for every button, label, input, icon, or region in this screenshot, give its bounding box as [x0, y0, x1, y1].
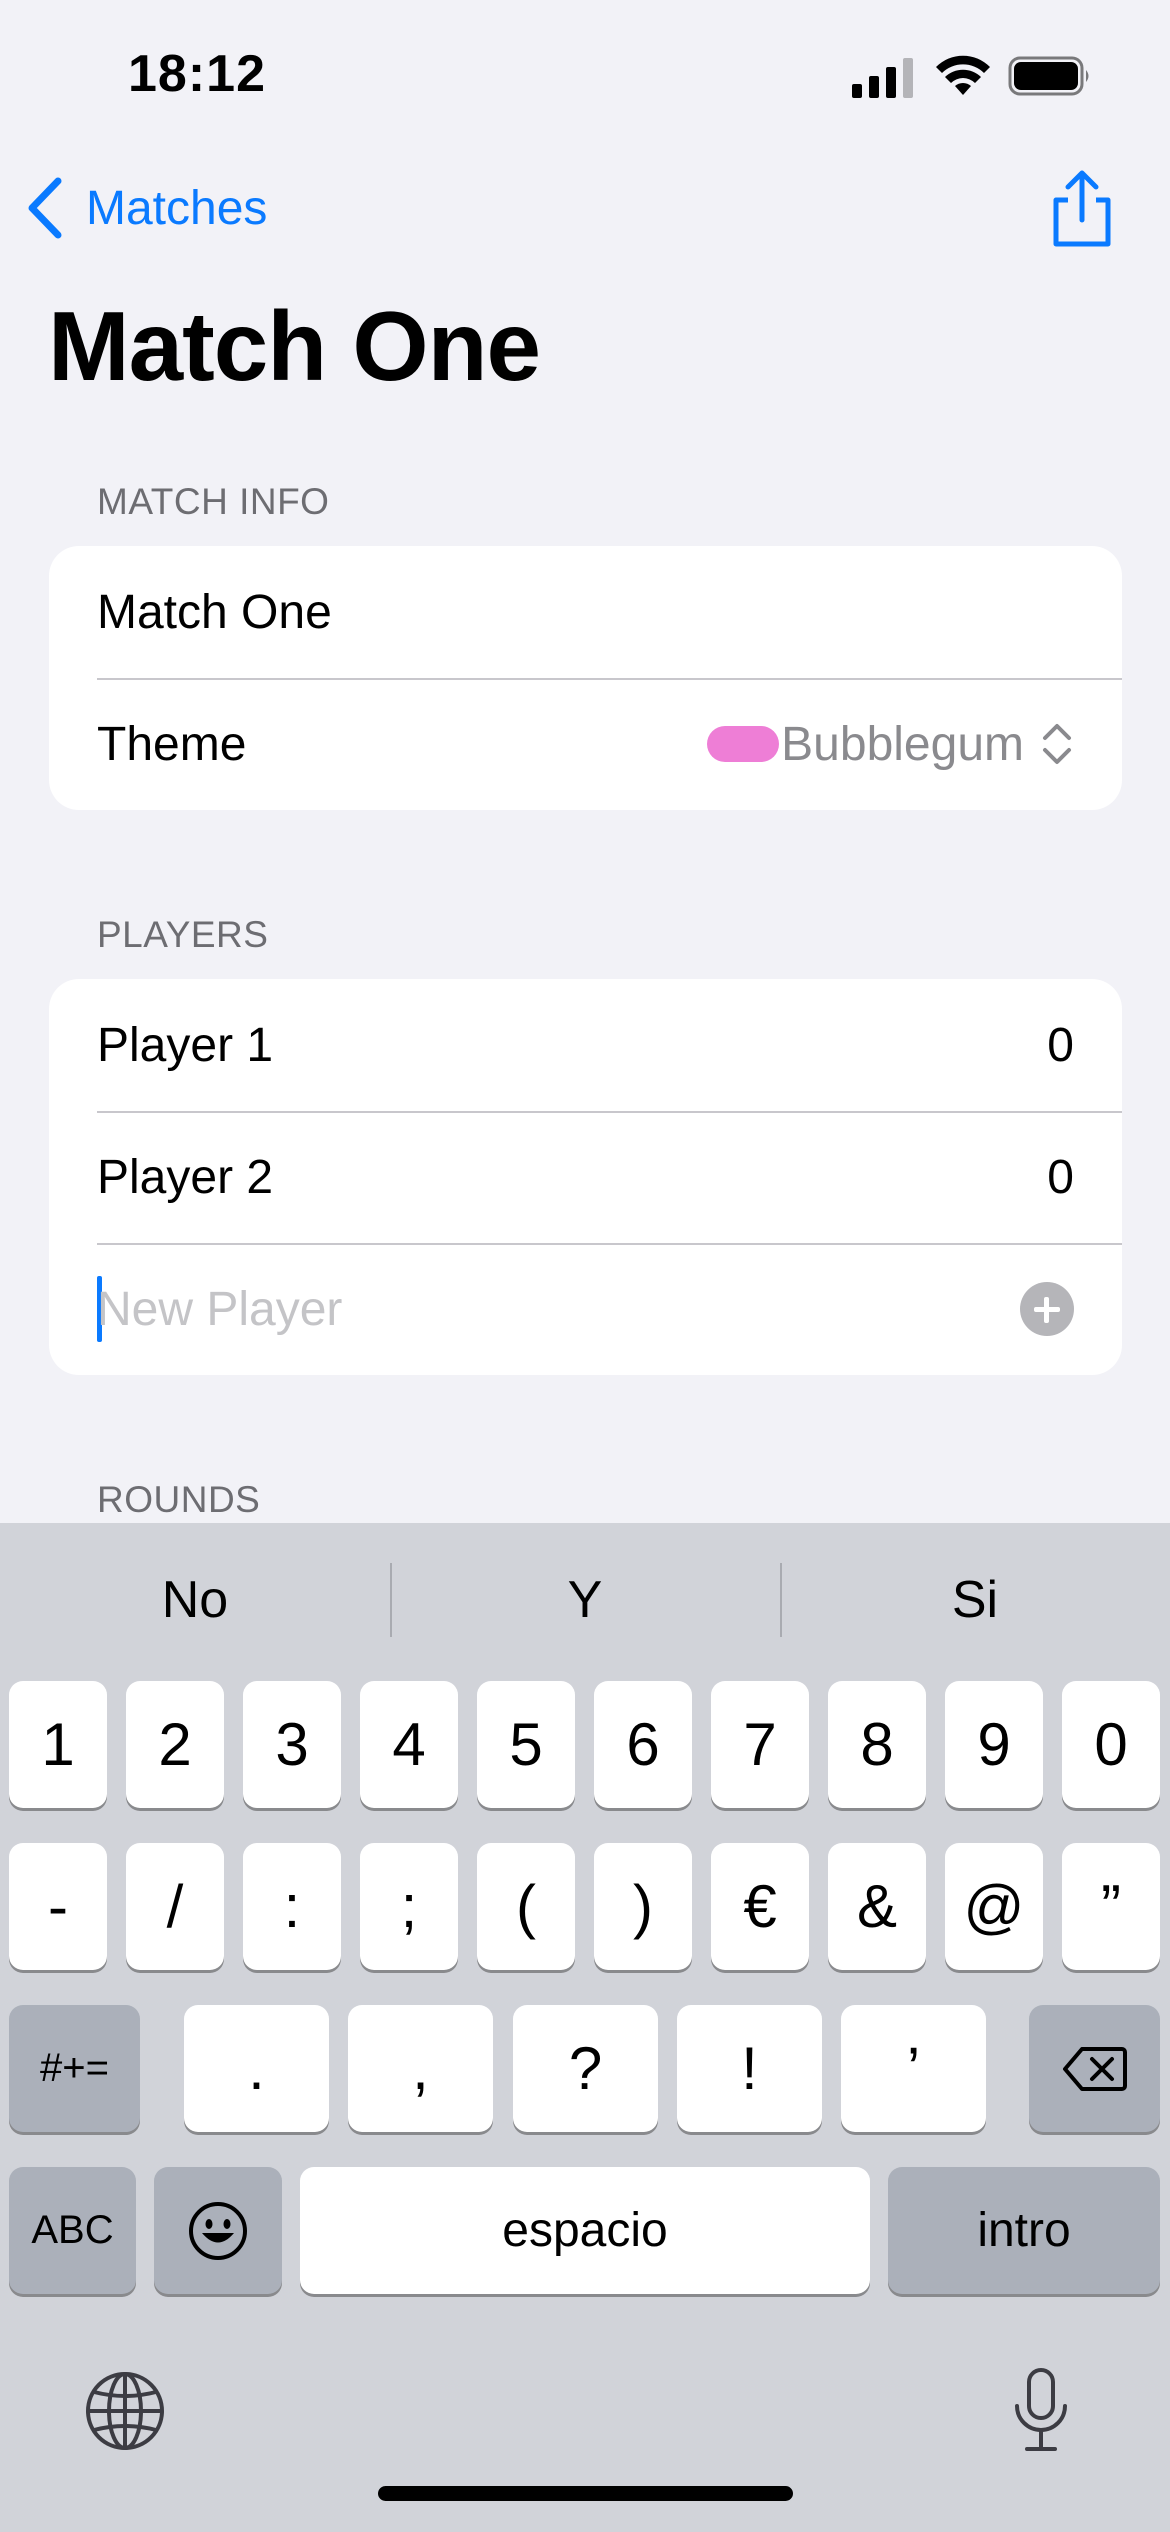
theme-value-group: Bubblegum — [707, 717, 1074, 772]
key-8[interactable]: 8 — [828, 1681, 926, 1808]
emoji-icon — [189, 2201, 247, 2260]
symbols-mode-key[interactable]: #+= — [9, 2005, 140, 2132]
key-open-paren[interactable]: ( — [477, 1843, 575, 1970]
match-name-field[interactable]: Match One — [49, 546, 1122, 678]
key-hyphen[interactable]: - — [9, 1843, 107, 1970]
key-1[interactable]: 1 — [9, 1681, 107, 1808]
back-button-label: Matches — [86, 181, 268, 235]
suggestion-item[interactable]: Si — [780, 1523, 1170, 1677]
theme-value: Bubblegum — [781, 717, 1024, 771]
key-7[interactable]: 7 — [711, 1681, 809, 1808]
chevron-up-down-icon — [1043, 724, 1071, 764]
theme-picker[interactable]: Theme Bubblegum — [49, 678, 1122, 810]
player-name: Player 1 — [97, 1018, 274, 1072]
player-row[interactable]: Player 1 0 — [49, 979, 1122, 1111]
key-comma[interactable]: , — [348, 2005, 493, 2132]
player-row[interactable]: Player 2 0 — [49, 1111, 1122, 1243]
key-euro[interactable]: € — [711, 1843, 809, 1970]
share-icon[interactable] — [1046, 168, 1118, 250]
abc-key[interactable]: ABC — [9, 2167, 136, 2294]
key-9[interactable]: 9 — [945, 1681, 1043, 1808]
return-key[interactable]: intro — [888, 2167, 1160, 2294]
microphone-icon[interactable] — [1010, 2366, 1072, 2454]
key-slash[interactable]: / — [126, 1843, 224, 1970]
key-question[interactable]: ? — [513, 2005, 658, 2132]
back-button[interactable]: Matches — [24, 170, 267, 246]
new-player-input[interactable] — [97, 1274, 1020, 1344]
player-score: 0 — [1047, 1018, 1074, 1072]
player-score: 0 — [1047, 1150, 1074, 1204]
battery-icon — [1008, 56, 1089, 96]
status-time: 18:12 — [128, 45, 266, 103]
players-header: PLAYERS — [97, 914, 269, 955]
key-5[interactable]: 5 — [477, 1681, 575, 1808]
globe-icon[interactable] — [84, 2370, 166, 2452]
player-name: Player 2 — [97, 1150, 274, 1204]
match-name-value: Match One — [97, 585, 332, 639]
players-card: Player 1 0 Player 2 0 — [49, 979, 1122, 1375]
space-key[interactable]: espacio — [300, 2167, 870, 2294]
key-semicolon[interactable]: ; — [360, 1843, 458, 1970]
key-exclamation[interactable]: ! — [677, 2005, 822, 2132]
wifi-icon — [936, 55, 990, 95]
key-4[interactable]: 4 — [360, 1681, 458, 1808]
theme-label: Theme — [97, 717, 247, 771]
emoji-key[interactable] — [154, 2167, 282, 2294]
keyboard: No Y Si 1 2 3 4 5 6 7 8 9 0 - / : ; ( ) … — [0, 1523, 1170, 2532]
key-quote[interactable]: ” — [1062, 1843, 1160, 1970]
key-apostrophe[interactable]: ’ — [841, 2005, 986, 2132]
key-2[interactable]: 2 — [126, 1681, 224, 1808]
suggestion-item[interactable]: No — [0, 1523, 390, 1677]
match-info-card: Match One Theme Bubblegum — [49, 546, 1122, 810]
key-0[interactable]: 0 — [1062, 1681, 1160, 1808]
add-player-icon[interactable] — [1020, 1282, 1074, 1336]
key-ampersand[interactable]: & — [828, 1843, 926, 1970]
chevron-left-icon — [28, 177, 62, 239]
key-3[interactable]: 3 — [243, 1681, 341, 1808]
home-indicator[interactable] — [378, 2486, 793, 2501]
key-colon[interactable]: : — [243, 1843, 341, 1970]
suggestion-item[interactable]: Y — [390, 1523, 780, 1677]
match-info-header: MATCH INFO — [97, 481, 330, 522]
cellular-signal-icon — [852, 58, 913, 98]
key-close-paren[interactable]: ) — [594, 1843, 692, 1970]
key-at[interactable]: @ — [945, 1843, 1043, 1970]
new-player-row — [49, 1243, 1122, 1375]
theme-color-swatch — [707, 726, 780, 762]
delete-key[interactable] — [1029, 2005, 1160, 2132]
rounds-header: ROUNDS — [97, 1479, 261, 1520]
key-period[interactable]: . — [184, 2005, 329, 2132]
key-6[interactable]: 6 — [594, 1681, 692, 1808]
page-title: Match One — [48, 291, 541, 401]
backspace-icon — [1062, 2046, 1127, 2091]
suggestion-bar: No Y Si — [0, 1523, 1170, 1677]
